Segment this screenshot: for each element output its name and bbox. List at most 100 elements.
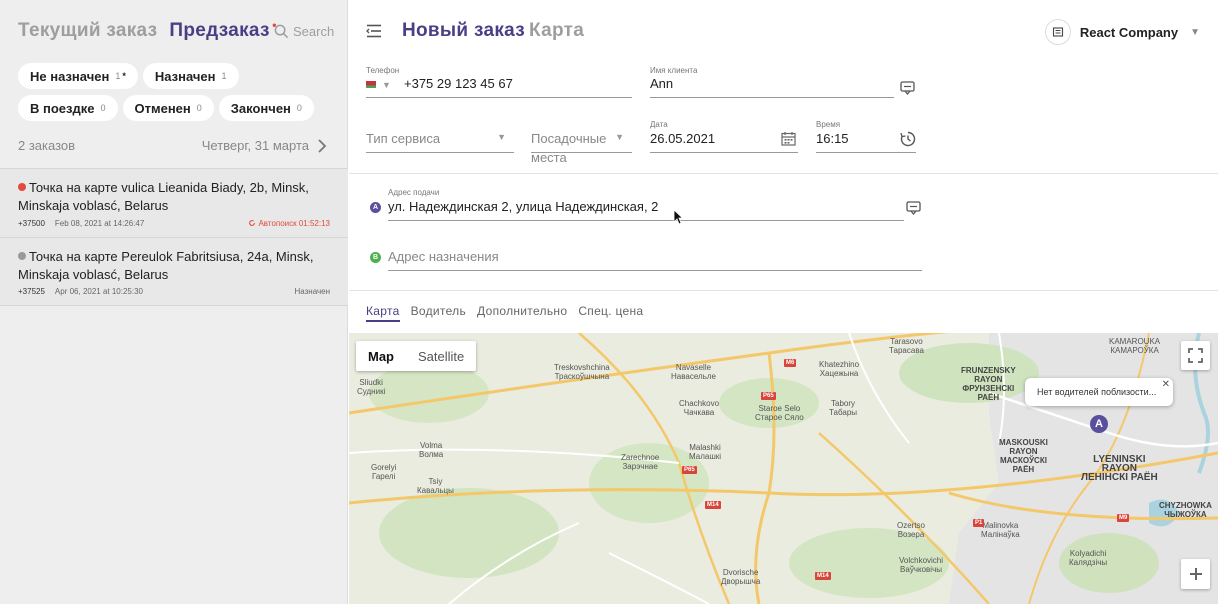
sidebar-tabs: Текущий заказ Предзаказ • [18,18,276,42]
subtab-driver[interactable]: Водитель [411,304,466,322]
order-created: Apr 06, 2021 at 10:25:30 [54,287,143,296]
road-shield: M9 [1117,514,1130,522]
phone-label: Телефон [366,66,400,75]
company-logo-icon [1044,19,1071,45]
pickup-comment-icon[interactable] [906,201,921,215]
map-label: Tarasovo Тарасава [889,337,924,355]
map-label: Sliudki Судникі [357,378,386,396]
chevron-right-icon[interactable] [317,138,327,153]
seats-select[interactable]: Посадочные ▼ [531,122,632,153]
client-name-value: Ann [650,76,674,91]
map-label: Kolyadichi Калядзічы [1069,549,1108,567]
chip-label: Закончен [230,100,291,116]
time-value: 16:15 [816,131,849,146]
order-status-text: Автопоиск 01:52:13 [258,219,330,228]
subtab-special-price[interactable]: Спец. цена [578,304,643,322]
map-label: Navaselle Навасельле [671,363,716,381]
subtab-map[interactable]: Карта [366,304,400,322]
filter-chip-in-trip[interactable]: В поездке 0 [18,95,118,121]
search-button[interactable]: Search [274,24,334,39]
map-view[interactable]: Map Satellite Нет водителей поблизости..… [349,333,1218,604]
order-subtabs: Карта Водитель Дополнительно Спец. цена [366,304,643,322]
tab-preorder[interactable]: Предзаказ • [169,18,276,42]
map-label: FRUNZENSKY RAYON ФРУНЗЕНСКІ РАЁН [961,366,1016,402]
map-type-toggle: Map Satellite [356,341,477,371]
date-navigator[interactable]: Четверг, 31 марта [202,138,327,153]
order-list-item[interactable]: Точка на карте Pereulok Fabritsiusa, 24a… [0,237,348,306]
order-address: Точка на карте vulica Lieanida Biady, 2b… [18,179,330,215]
order-created: Feb 08, 2021 at 14:26:47 [54,219,145,228]
service-type-select[interactable]: Тип сервиса ▼ [366,122,514,153]
tab-current-order[interactable]: Текущий заказ [18,20,157,42]
calendar-icon[interactable] [781,131,796,146]
autosearch-icon [249,220,256,226]
zoom-in-button[interactable] [1181,559,1210,589]
country-flag-icon[interactable] [366,81,376,88]
time-field[interactable]: Время 16:15 [816,120,916,153]
order-address-text: Точка на карте vulica Lieanida Biady, 2b… [18,180,309,213]
pickup-address-label: Адрес подачи [388,188,440,197]
client-name-field[interactable]: Имя клиента Ann [650,66,894,98]
plus-icon [1189,568,1202,580]
orders-list: Точка на карте vulica Lieanida Biady, 2b… [0,168,348,306]
map-type-satellite[interactable]: Satellite [406,341,476,371]
filter-chip-unassigned[interactable]: Не назначен 1 * [18,63,138,89]
filter-chip-cancelled[interactable]: Отменен 0 [122,95,214,121]
filter-chip-finished[interactable]: Закончен 0 [218,95,314,121]
search-label: Search [293,24,335,39]
pickup-map-marker[interactable]: A [1090,415,1108,433]
chip-count: 0 [100,103,106,113]
chip-star: * [122,71,126,81]
map-label: Staroe Selo Старое Сяло [755,404,804,422]
chip-count: 1 [221,71,227,81]
chip-label: Не назначен [30,68,110,84]
tab-map[interactable]: Карта [529,20,584,42]
road-shield: M14 [705,501,721,509]
filter-chip-assigned[interactable]: Назначен 1 [142,63,239,89]
chevron-down-icon: ▼ [497,132,506,142]
close-icon[interactable]: ✕ [1162,379,1170,390]
chevron-down-icon: ▼ [1190,26,1200,38]
order-list-item[interactable]: Точка на карте vulica Lieanida Biady, 2b… [0,168,348,237]
order-phone: +37500 [18,219,45,228]
clock-icon[interactable] [900,131,916,147]
map-label: Volchkovichi Ваўчковічы [899,556,944,574]
fullscreen-button[interactable] [1181,341,1210,370]
chip-count: 1 [115,71,121,81]
country-chevron-down-icon[interactable]: ▼ [382,80,391,90]
collapse-menu-icon[interactable] [366,24,382,38]
subtab-additional[interactable]: Дополнительно [477,304,567,322]
pickup-address-field[interactable]: Адрес подачи ул. Надеждинская 2, улица Н… [388,188,904,221]
tooltip-text: Нет водителей поблизости... [1037,387,1157,397]
mouse-cursor-icon [673,209,683,225]
company-name: React Company [1079,24,1179,40]
client-comment-icon[interactable] [900,81,915,95]
date-label: Дата [650,120,668,129]
road-shield: M6 [784,359,797,367]
map-label: Tsiy Кавальцы [417,477,454,495]
destination-address-field[interactable]: Адрес назначения [388,240,922,271]
order-address: Точка на карте Pereulok Fabritsiusa, 24a… [18,248,330,284]
seats-placeholder-line2: места [531,150,567,165]
map-label: Gorelyi Гарелі [371,463,397,481]
map-label: Khatezhino Хацежына [819,360,860,378]
chip-label: В поездке [30,100,95,116]
company-selector[interactable]: React Company ▼ [1044,19,1200,45]
map-label: MASKOUSKI RAYON МАСКОЎСКІ РАЁН [999,438,1048,474]
orders-sidebar: Текущий заказ Предзаказ • Search Не назна… [0,0,348,604]
no-drivers-tooltip: Нет водителей поблизости... ✕ [1025,378,1173,406]
date-label: Четверг, 31 марта [201,138,309,153]
phone-field[interactable]: Телефон ▼ +375 29 123 45 67 [366,66,632,98]
map-type-map[interactable]: Map [356,341,406,371]
pickup-marker-icon: A [370,202,381,213]
form-divider [349,173,1218,174]
date-field[interactable]: Дата 26.05.2021 [650,120,798,153]
time-label: Время [816,120,841,129]
tab-new-order[interactable]: Новый заказ [402,20,525,42]
map-label: Volma Волма [419,441,444,459]
order-address-text: Точка на карте Pereulok Fabritsiusa, 24a… [18,249,314,282]
road-shield: P1 [973,519,985,527]
map-label: KAMAROUKA КАМАРОЎКА [1109,337,1161,355]
service-type-placeholder: Тип сервиса [366,131,441,146]
main-panel: Новый заказ Карта React Company ▼ Телефо… [349,0,1218,604]
